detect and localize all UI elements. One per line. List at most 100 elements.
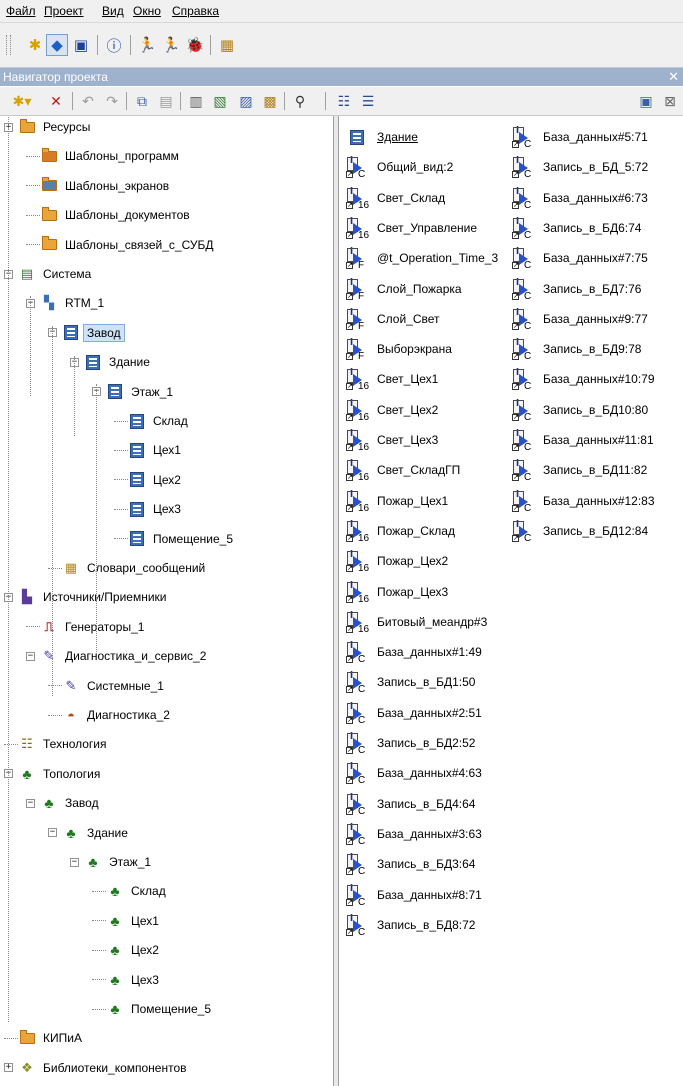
- list-item[interactable]: ↗16 Свет_Цех3: [345, 428, 438, 453]
- tree-item[interactable]: Склад: [114, 411, 191, 431]
- properties-button[interactable]: ▥: [186, 91, 206, 111]
- details-view-button[interactable]: ☰: [358, 91, 378, 111]
- list-item[interactable]: ↗C Запись_в_БД_5:72: [511, 155, 648, 180]
- close-panel-button[interactable]: ⊠: [660, 91, 680, 111]
- collapse-icon[interactable]: −: [26, 798, 35, 808]
- list-item[interactable]: ↗C База_данных#8:71: [345, 883, 482, 908]
- expand-icon[interactable]: +: [4, 1063, 13, 1073]
- tree-item[interactable]: ⎍ Генераторы_1: [26, 617, 147, 637]
- list-item[interactable]: ↗C База_данных#4:63: [345, 761, 482, 786]
- list-item[interactable]: ↗C Запись_в_БД7:76: [511, 277, 641, 302]
- tree-item[interactable]: Цех3: [114, 499, 184, 519]
- tree-item[interactable]: − Завод: [48, 323, 125, 343]
- list-item[interactable]: ↗F Слой_Свет: [345, 307, 440, 332]
- list-item[interactable]: ↗16 Пожар_Цех2: [345, 549, 448, 574]
- tree-item[interactable]: ▦ Словари_сообщений: [48, 558, 208, 578]
- tree-item[interactable]: Помещение_5: [114, 529, 236, 549]
- collapse-icon[interactable]: −: [26, 651, 35, 661]
- list-item[interactable]: ↗C Запись_в_БД12:84: [511, 519, 648, 544]
- list-item[interactable]: ↗C Запись_в_БД4:64: [345, 792, 475, 817]
- add-button[interactable]: ✱▾: [12, 91, 32, 111]
- export-button[interactable]: ▧: [210, 91, 230, 111]
- menu-view[interactable]: Вид: [102, 4, 124, 18]
- list-item[interactable]: ↗C Запись_в_БД11:82: [511, 458, 647, 483]
- list-item[interactable]: ↗C База_данных#12:83: [511, 489, 655, 514]
- tree-item[interactable]: − ♣ Здание: [48, 823, 131, 843]
- list-item[interactable]: ↗C База_данных#7:75: [511, 246, 648, 271]
- tree-item[interactable]: Шаблоны_экранов: [26, 176, 172, 196]
- tree-item[interactable]: − ▚ RTM_1: [26, 293, 107, 313]
- toolbar-grip[interactable]: [6, 35, 11, 55]
- library-button[interactable]: ▩: [260, 91, 280, 111]
- menu-help[interactable]: Справка: [172, 4, 219, 18]
- list-item[interactable]: ↗C База_данных#10:79: [511, 367, 655, 392]
- list-item[interactable]: ↗C База_данных#9:77: [511, 307, 648, 332]
- undo-button[interactable]: ↶: [78, 91, 98, 111]
- list-item[interactable]: ↗C База_данных#3:63: [345, 822, 482, 847]
- tree-item[interactable]: ♣ Цех2: [92, 940, 162, 960]
- tree-item[interactable]: − Этаж_1: [92, 382, 176, 402]
- tree-item[interactable]: Цех1: [114, 440, 184, 460]
- list-item[interactable]: ↗16 Пожар_Склад: [345, 519, 455, 544]
- list-item[interactable]: ↗16 Свет_Склад: [345, 186, 445, 211]
- tree-item[interactable]: ◓ Диагностика_2: [48, 705, 173, 725]
- tree-item[interactable]: − ▤ Система: [4, 264, 94, 284]
- menu-file[interactable]: Файл: [6, 4, 36, 18]
- project-tree[interactable]: + Ресурсы Шаблоны_программ Шаблоны_экранов Ш…: [0, 116, 333, 1086]
- debug-button[interactable]: 🐞: [184, 34, 206, 56]
- list-item[interactable]: ↗F @t_Operation_Time_3: [345, 246, 498, 271]
- list-item[interactable]: ↗C Запись_в_БД2:52: [345, 731, 475, 756]
- list-item[interactable]: ↗C Запись_в_БД1:50: [345, 670, 475, 695]
- package-button[interactable]: ▦: [216, 34, 238, 56]
- run-button[interactable]: 🏃: [136, 34, 158, 56]
- list-item[interactable]: ↗F Выборэкрана: [345, 337, 452, 362]
- open-project-button[interactable]: ◆: [46, 34, 68, 56]
- close-icon[interactable]: ✕: [668, 69, 679, 85]
- list-item[interactable]: ↗C Запись_в_БД10:80: [511, 398, 648, 423]
- list-item[interactable]: ↗16 Свет_СкладГП: [345, 458, 460, 483]
- tree-item[interactable]: ♣ Цех1: [92, 911, 162, 931]
- list-item[interactable]: ↗16 Пожар_Цех3: [345, 580, 448, 605]
- tree-item[interactable]: Шаблоны_связей_с_СУБД: [26, 235, 216, 255]
- object-list[interactable]: Здание ↗C Общий_вид:2 ↗16 Свет_Склад ↗16 Свет_…: [339, 116, 683, 1086]
- tree-item[interactable]: − Здание: [70, 352, 153, 372]
- list-item[interactable]: ↗C База_данных#6:73: [511, 186, 648, 211]
- tree-item[interactable]: − ♣ Завод: [26, 793, 102, 813]
- new-project-button[interactable]: ✱: [24, 34, 46, 56]
- copy-button[interactable]: ⧉: [132, 91, 152, 111]
- list-item[interactable]: Здание: [345, 125, 418, 149]
- tree-item[interactable]: − ♣ Этаж_1: [70, 852, 154, 872]
- list-item[interactable]: ↗16 Свет_Управление: [345, 216, 477, 241]
- collapse-icon[interactable]: −: [70, 857, 79, 867]
- tree-item[interactable]: ☷ Технология: [4, 734, 110, 754]
- list-item[interactable]: ↗C Общий_вид:2: [345, 155, 453, 180]
- redo-button[interactable]: ↷: [102, 91, 122, 111]
- tree-item[interactable]: Шаблоны_программ: [26, 146, 182, 166]
- list-item[interactable]: ↗C Запись_в_БД6:74: [511, 216, 641, 241]
- tree-item[interactable]: ♣ Цех3: [92, 970, 162, 990]
- tree-item[interactable]: − ▙ Источники/Приемники: [4, 587, 169, 607]
- tree-item[interactable]: КИПиА: [4, 1028, 85, 1048]
- list-item[interactable]: ↗16 Свет_Цех1: [345, 367, 438, 392]
- tree-item[interactable]: ♣ Помещение_5: [92, 999, 214, 1019]
- import-button[interactable]: ▨: [236, 91, 256, 111]
- list-item[interactable]: ↗16 Пожар_Цех1: [345, 489, 448, 514]
- info-button[interactable]: ⓘ: [103, 34, 125, 56]
- list-view-button[interactable]: ☷: [334, 91, 354, 111]
- tree-item[interactable]: Цех2: [114, 470, 184, 490]
- tree-item[interactable]: + ❖ Библиотеки_компонентов: [4, 1058, 190, 1078]
- list-item[interactable]: ↗C Запись_в_БД8:72: [345, 913, 475, 938]
- tree-item[interactable]: Шаблоны_документов: [26, 205, 193, 225]
- tree-item[interactable]: − ♣ Топология: [4, 764, 103, 784]
- list-item[interactable]: ↗C База_данных#2:51: [345, 701, 482, 726]
- list-item[interactable]: ↗16 Битовый_меандр#3: [345, 610, 487, 635]
- run-profile-button[interactable]: 🏃: [160, 34, 182, 56]
- delete-button[interactable]: ✕: [46, 91, 66, 111]
- list-item[interactable]: ↗C Запись_в_БД3:64: [345, 852, 475, 877]
- tree-item[interactable]: ✎ Системные_1: [48, 676, 167, 696]
- paste-button[interactable]: ▤: [156, 91, 176, 111]
- menu-project[interactable]: Проект: [44, 4, 84, 18]
- list-item[interactable]: ↗F Слой_Пожарка: [345, 277, 462, 302]
- list-item[interactable]: ↗C База_данных#11:81: [511, 428, 654, 453]
- tree-item[interactable]: + Ресурсы: [4, 117, 93, 137]
